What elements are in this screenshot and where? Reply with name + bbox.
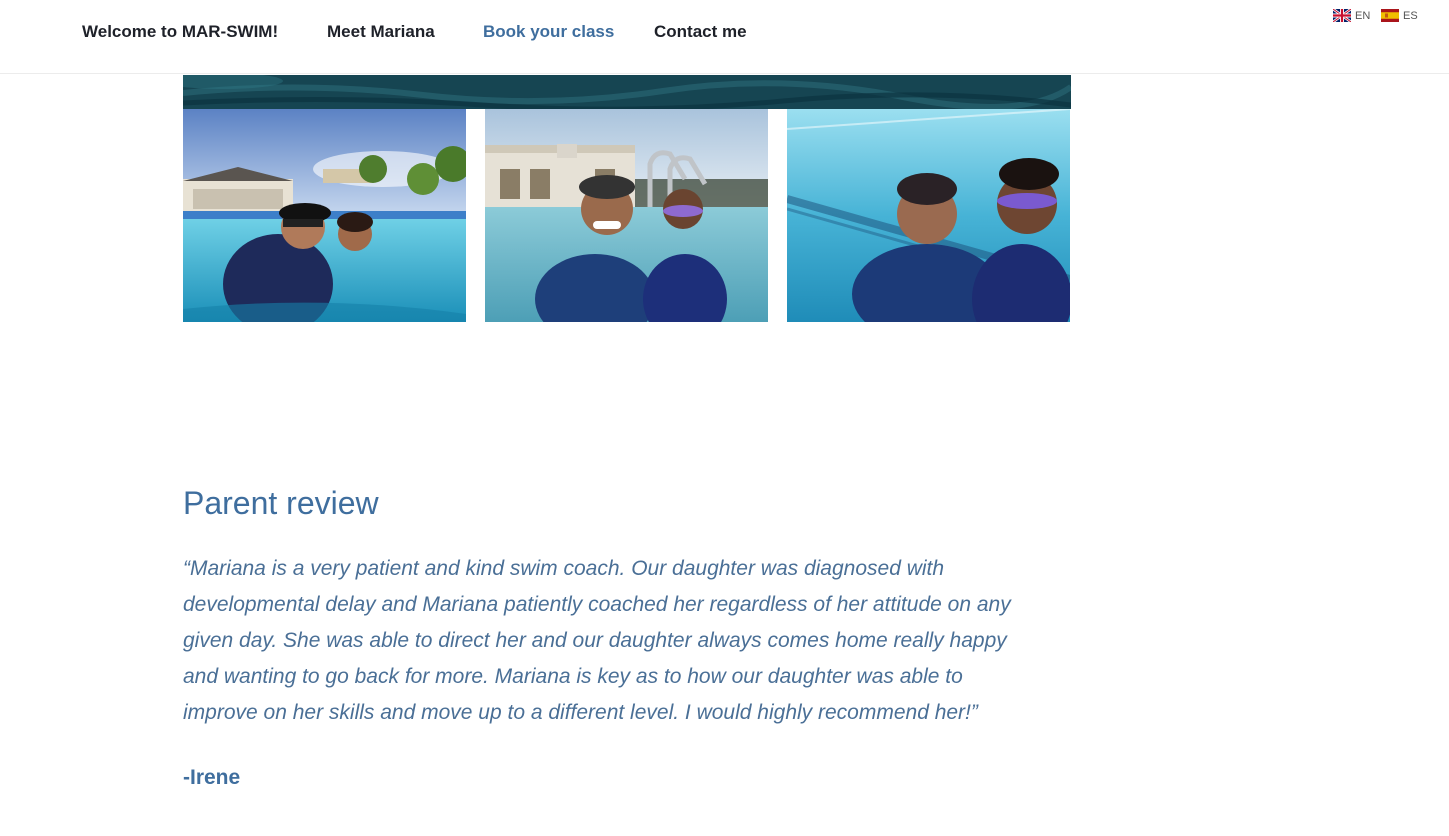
review-quote: “Mariana is a very patient and kind swim… xyxy=(183,551,1083,731)
language-en[interactable]: EN xyxy=(1333,9,1370,22)
review-quote-line: improve on her skills and move up to a d… xyxy=(183,701,978,724)
spain-flag-icon xyxy=(1381,9,1399,22)
language-en-label: EN xyxy=(1355,9,1371,22)
language-es-label: ES xyxy=(1403,9,1418,22)
site-header: Welcome to MAR-SWIM! Meet Mariana Book y… xyxy=(0,0,1449,74)
hero-image xyxy=(183,75,1071,109)
nav-meet-mariana[interactable]: Meet Mariana xyxy=(327,22,435,42)
review-author: -Irene xyxy=(183,766,241,789)
nav-welcome[interactable]: Welcome to MAR-SWIM! xyxy=(82,22,278,42)
uk-flag-icon xyxy=(1333,9,1351,22)
pool-photo-1[interactable] xyxy=(183,109,466,322)
nav-contact-me[interactable]: Contact me xyxy=(654,22,747,42)
review-title: Parent review xyxy=(183,485,379,521)
nav-book-your-class[interactable]: Book your class xyxy=(483,22,614,42)
review-quote-line: given day. She was able to direct her an… xyxy=(183,629,1007,652)
pool-photo-3[interactable] xyxy=(787,109,1070,322)
review-quote-line: developmental delay and Mariana patientl… xyxy=(183,593,1011,616)
review-quote-line: “Mariana is a very patient and kind swim… xyxy=(183,557,945,580)
pool-photo-2[interactable] xyxy=(485,109,768,322)
language-es[interactable]: ES xyxy=(1381,9,1418,22)
review-quote-line: and wanting to go back for more. Mariana… xyxy=(183,665,963,688)
